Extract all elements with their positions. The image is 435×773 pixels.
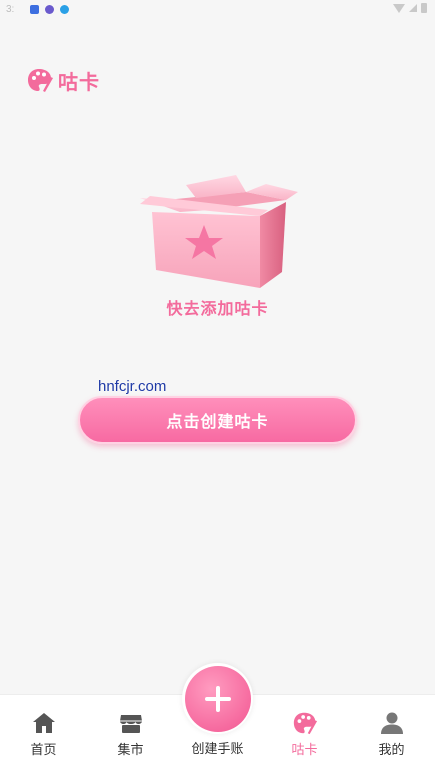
status-bar: 3:	[0, 0, 435, 18]
create-card-button[interactable]: 点击创建咕卡	[78, 396, 357, 444]
nav-label-mine: 我的	[378, 743, 405, 758]
nav-label-guka: 咕卡	[291, 743, 318, 758]
user-icon	[380, 712, 403, 734]
signal-icon	[409, 4, 417, 12]
nav-label-market: 集市	[117, 743, 144, 758]
moon-icon	[45, 4, 54, 14]
watermark: hnfcjr.com	[98, 378, 167, 395]
download-icon	[60, 4, 69, 14]
app-icon	[30, 4, 39, 14]
page-title: 咕卡	[58, 69, 100, 94]
nav-item-home[interactable]: 首页	[0, 695, 87, 773]
create-card-button-label: 点击创建咕卡	[166, 412, 269, 431]
palette-icon	[28, 69, 53, 92]
gift-box-icon	[140, 175, 298, 288]
wifi-icon	[393, 3, 405, 13]
empty-state-text: 快去添加咕卡	[166, 299, 269, 318]
plus-icon	[204, 685, 231, 712]
create-journal-button[interactable]	[182, 663, 253, 734]
nav-item-market[interactable]: 集市	[87, 695, 174, 773]
status-indicators	[393, 3, 427, 13]
nav-item-guka[interactable]: 咕卡	[261, 695, 348, 773]
app-header: 咕卡	[26, 64, 100, 96]
nav-label-home: 首页	[30, 743, 57, 758]
nav-label-create-journal[interactable]: 创建手账	[170, 738, 265, 757]
home-icon	[32, 713, 55, 733]
shop-icon	[119, 715, 142, 733]
create-journal-fab	[184, 665, 251, 732]
palette-icon	[293, 712, 317, 735]
battery-icon	[421, 3, 427, 13]
status-time: 3:	[6, 3, 15, 15]
nav-item-mine[interactable]: 我的	[348, 695, 435, 773]
